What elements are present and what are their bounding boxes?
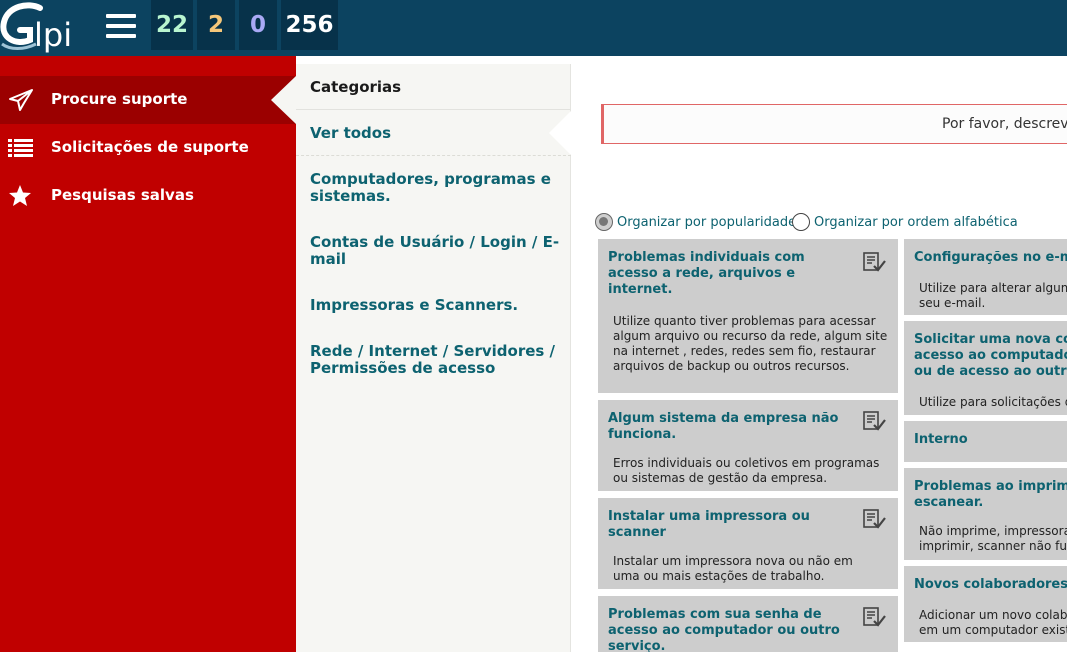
sidebar-item-label: Pesquisas salvas bbox=[51, 186, 194, 204]
top-header: lpi 22 2 0 256 bbox=[0, 0, 1067, 56]
sidebar-item-label: Solicitações de suporte bbox=[51, 138, 249, 156]
form-card[interactable]: Problemas individuais com acesso a rede,… bbox=[598, 239, 898, 393]
category-rede-internet[interactable]: Rede / Internet / Servidores / Permissõe… bbox=[310, 343, 560, 377]
counter-pending[interactable]: 2 bbox=[197, 0, 235, 50]
search-input[interactable] bbox=[604, 105, 1067, 143]
form-card-description: Instalar um impressora nova ou não em um… bbox=[613, 554, 853, 583]
counter-solved[interactable]: 0 bbox=[239, 0, 277, 50]
form-check-icon bbox=[862, 410, 886, 432]
glpi-logo[interactable]: lpi bbox=[0, 0, 96, 56]
form-card-title[interactable]: Configurações no e-m bbox=[914, 250, 1067, 266]
counter-new[interactable]: 22 bbox=[151, 0, 193, 50]
form-card-description: Adicionar um novo colab em um computador… bbox=[919, 608, 1067, 637]
form-card[interactable]: Instalar uma impressora ou scanner Insta… bbox=[598, 498, 898, 589]
form-card[interactable]: Interno bbox=[904, 421, 1067, 462]
sort-popularity-option[interactable]: Organizar por popularidade bbox=[595, 212, 796, 232]
form-card-title[interactable]: Problemas individuais com acesso a rede,… bbox=[608, 250, 828, 298]
list-icon bbox=[8, 136, 34, 160]
category-contas-usuario[interactable]: Contas de Usuário / Login / E-mail bbox=[310, 234, 560, 268]
sidebar-item-solicitacoes[interactable]: Solicitações de suporte bbox=[0, 124, 296, 172]
sort-alphabetical-option[interactable]: Organizar por ordem alfabética bbox=[792, 212, 1018, 232]
sort-alphabetical-label: Organizar por ordem alfabética bbox=[814, 214, 1018, 230]
form-card[interactable]: Algum sistema da empresa não funciona. E… bbox=[598, 400, 898, 491]
sidebar-item-pesquisas-salvas[interactable]: Pesquisas salvas bbox=[0, 172, 296, 220]
form-card[interactable]: Problemas com sua senha de acesso ao com… bbox=[598, 596, 898, 652]
categories-panel: Categorias Ver todos Computadores, progr… bbox=[296, 64, 571, 652]
form-card-title[interactable]: Novos colaboradores bbox=[914, 577, 1067, 593]
form-card[interactable]: Configurações no e-m Utilize para altera… bbox=[904, 239, 1067, 315]
menu-toggle-icon[interactable] bbox=[106, 14, 136, 42]
form-card-title[interactable]: Interno bbox=[914, 432, 1067, 448]
form-card-title[interactable]: Problemas com sua senha de acesso ao com… bbox=[608, 607, 858, 652]
star-icon bbox=[8, 184, 34, 208]
sidebar-active-pointer bbox=[271, 76, 296, 124]
search-box bbox=[601, 104, 1067, 144]
category-active-pointer bbox=[549, 110, 572, 156]
sidebar-item-label: Procure suporte bbox=[51, 90, 188, 108]
form-card[interactable]: Novos colaboradores Adicionar um novo co… bbox=[904, 566, 1067, 642]
form-card-title[interactable]: Algum sistema da empresa não funciona. bbox=[608, 411, 848, 443]
divider bbox=[296, 109, 571, 110]
form-card-title[interactable]: Problemas ao imprim escanear. bbox=[914, 479, 1067, 511]
right-cards-column: Configurações no e-m Utilize para altera… bbox=[904, 239, 1067, 652]
divider bbox=[296, 155, 571, 156]
form-card[interactable]: Solicitar uma nova co acesso ao computad… bbox=[904, 321, 1067, 415]
counter-closed[interactable]: 256 bbox=[281, 0, 338, 50]
form-card-description: Utilize para solicitações d bbox=[919, 395, 1067, 409]
categories-title: Categorias bbox=[310, 78, 402, 96]
sidebar: Procure suporte Solicitações de suporte … bbox=[0, 56, 296, 652]
svg-text:lpi: lpi bbox=[34, 16, 72, 54]
sort-popularity-label: Organizar por popularidade bbox=[617, 214, 797, 230]
form-card-description: Utilize para alterar algum seu e-mail. bbox=[919, 281, 1067, 310]
radio-popularity[interactable] bbox=[595, 213, 613, 231]
paper-plane-icon bbox=[8, 88, 34, 112]
form-check-icon bbox=[862, 251, 886, 273]
sidebar-item-procure-suporte[interactable]: Procure suporte bbox=[0, 76, 296, 124]
form-card-description: Erros individuais ou coletivos em progra… bbox=[613, 456, 880, 485]
form-check-icon bbox=[862, 508, 886, 530]
form-card-title[interactable]: Instalar uma impressora ou scanner bbox=[608, 509, 828, 541]
category-ver-todos[interactable]: Ver todos bbox=[310, 125, 560, 142]
form-check-icon bbox=[862, 606, 886, 628]
form-card-description: Não imprime, impressora imprimir, scanne… bbox=[919, 524, 1067, 553]
radio-alphabetical[interactable] bbox=[792, 213, 810, 231]
form-card[interactable]: Problemas ao imprim escanear. Não imprim… bbox=[904, 468, 1067, 560]
category-impressoras[interactable]: Impressoras e Scanners. bbox=[310, 297, 560, 314]
form-card-title[interactable]: Solicitar uma nova co acesso ao computad… bbox=[914, 332, 1067, 380]
form-card-description: Utilize quanto tiver problemas para aces… bbox=[613, 314, 888, 373]
category-computadores[interactable]: Computadores, programas e sistemas. bbox=[310, 171, 560, 205]
